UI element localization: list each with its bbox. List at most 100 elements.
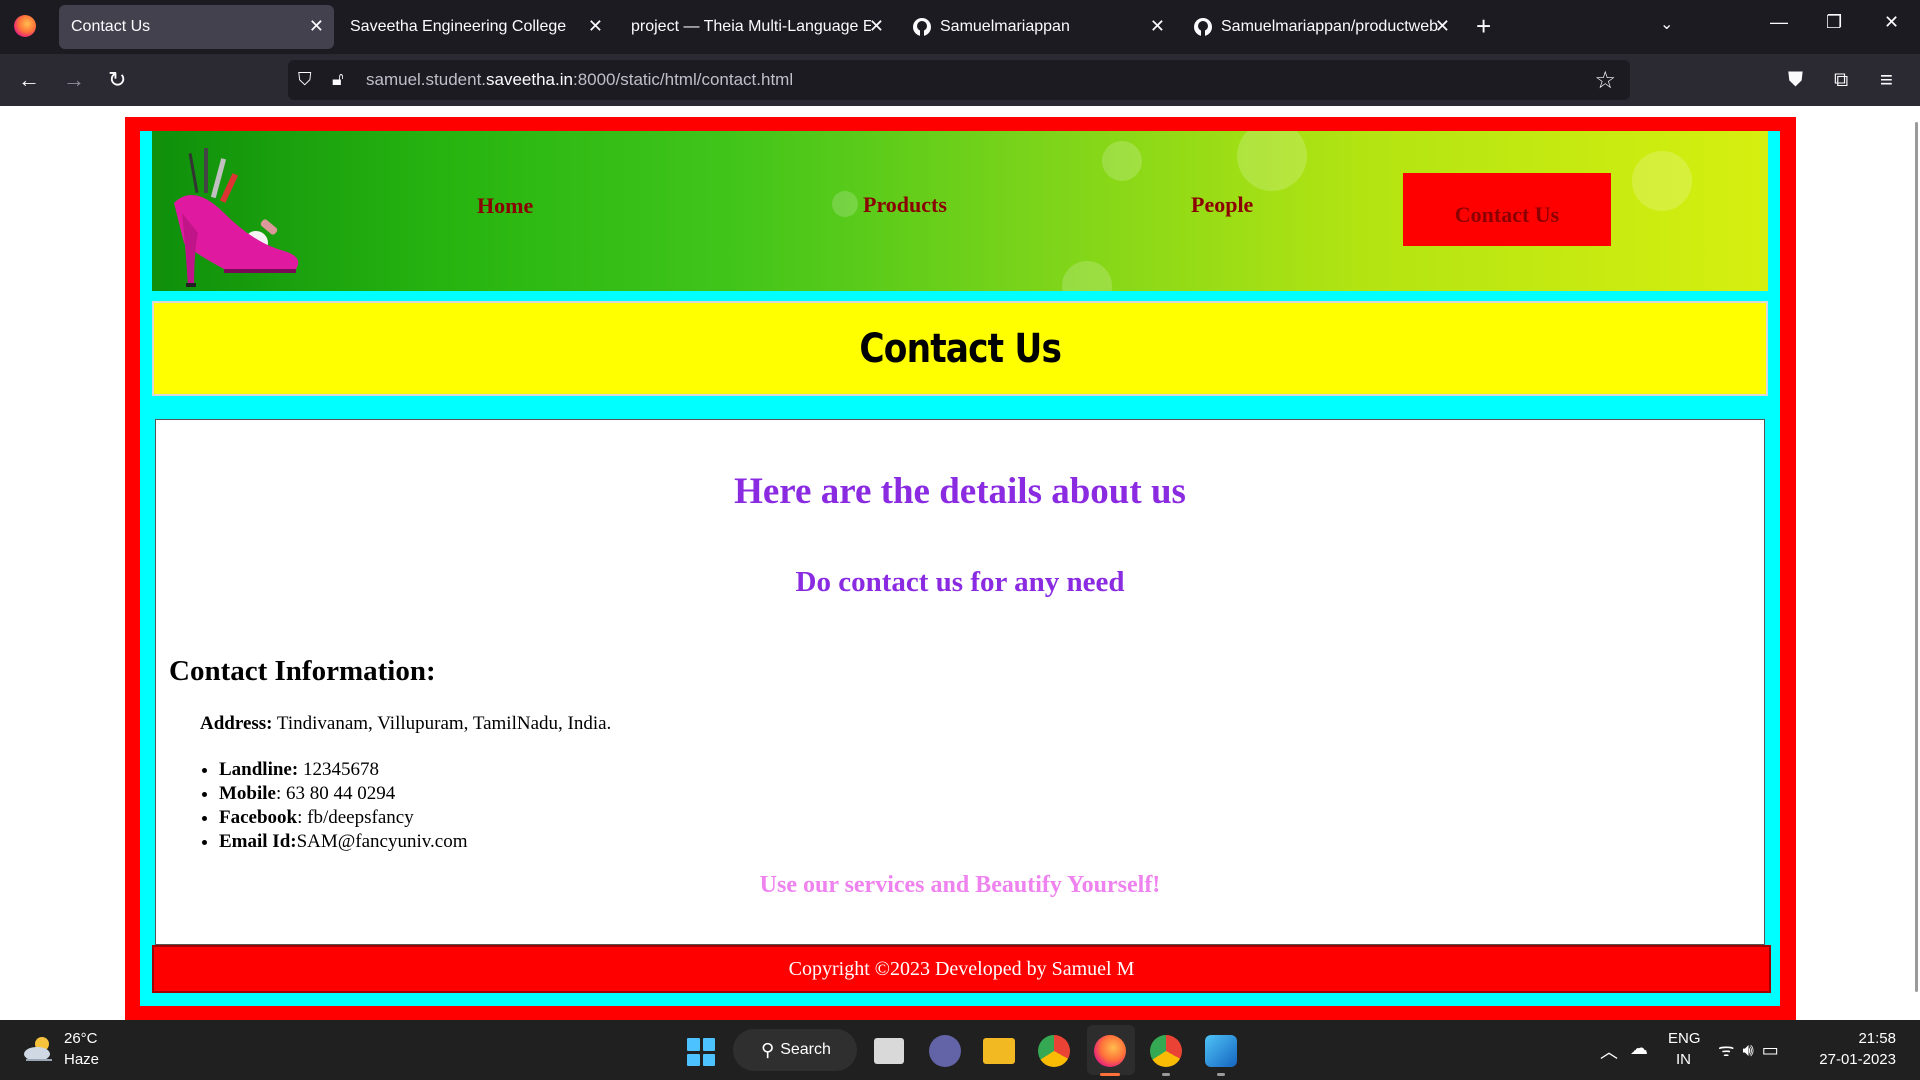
teams-chat-icon[interactable] (929, 1035, 961, 1067)
bokeh-decoration (1102, 141, 1142, 181)
bokeh-decoration (1237, 131, 1307, 191)
pocket-icon[interactable]: ⛊ (1788, 68, 1803, 92)
tab-title: Samuelmariappan/productweb (1221, 18, 1439, 35)
contact-value: 12345678 (298, 759, 379, 780)
tab-theia[interactable]: project — Theia Multi-Language Ex ✕ (619, 5, 894, 49)
clock-date[interactable]: 27-01-2023 (1819, 1051, 1896, 1068)
bookmark-star-icon[interactable]: ☆ (1594, 66, 1616, 95)
active-indicator (1100, 1073, 1120, 1076)
page-scrollbar[interactable] (1915, 122, 1918, 992)
url-host: saveetha.in (486, 70, 573, 89)
shield-icon[interactable]: ⛉ (298, 69, 312, 90)
photos-icon[interactable] (1205, 1035, 1237, 1067)
extensions-icon[interactable]: ⧉ (1834, 68, 1848, 92)
github-icon (912, 17, 932, 37)
list-item: Facebook: fb/deepsfancy (219, 806, 468, 830)
page-title-box: Contact Us (152, 301, 1768, 396)
tagline: Use our services and Beautify Yourself! (759, 872, 1161, 898)
search-icon: ⚲ (761, 1039, 775, 1060)
close-icon[interactable]: ✕ (1150, 16, 1165, 36)
new-tab-button[interactable]: + (1476, 12, 1491, 40)
reload-icon[interactable]: ↻ (108, 68, 126, 92)
menu-icon[interactable]: ≡ (1880, 68, 1893, 92)
contact-label: Mobile (219, 783, 276, 804)
chrome-profile-icon[interactable] (1150, 1035, 1182, 1067)
lock-insecure-icon[interactable]: 🔓︎ (332, 69, 344, 90)
footer: Copyright ©2023 Developed by Samuel M (152, 945, 1771, 993)
chrome-icon[interactable] (1038, 1035, 1070, 1067)
running-indicator (1217, 1073, 1225, 1076)
wifi-icon[interactable]: ᯤ (1718, 1040, 1742, 1060)
tab-saveetha[interactable]: Saveetha Engineering College ✕ (338, 5, 613, 49)
weather-haze-icon[interactable] (22, 1034, 56, 1064)
firefox-icon[interactable] (1094, 1035, 1126, 1067)
url-bar[interactable]: ⛉ 🔓︎ samuel.student.saveetha.in:8000/sta… (288, 60, 1630, 100)
language-region: IN (1676, 1051, 1691, 1068)
tab-title: Saveetha Engineering College (350, 18, 567, 35)
taskbar-search-button[interactable]: ⚲ Search (733, 1029, 857, 1071)
nav-home-link[interactable]: Home (477, 193, 533, 219)
list-item: Mobile: 63 80 44 0294 (219, 782, 468, 806)
back-arrow-icon[interactable]: ← (18, 68, 40, 92)
close-window-icon[interactable]: ✕ (1884, 12, 1899, 33)
close-icon[interactable]: ✕ (1435, 16, 1450, 36)
weather-description: Haze (64, 1051, 100, 1068)
url-host-prefix: samuel.student. (366, 70, 487, 89)
tab-github-repo[interactable]: Samuelmariappan/productweb ✕ (1181, 5, 1456, 49)
list-item: Email Id:SAM@fancyuniv.com (219, 830, 468, 854)
bokeh-decoration (1632, 151, 1692, 211)
running-indicator (1162, 1073, 1170, 1076)
contact-value: : fb/deepsfancy (297, 807, 414, 828)
list-item: Landline: 12345678 (219, 758, 468, 782)
content-box: Here are the details about us Do contact… (155, 419, 1765, 945)
bokeh-decoration (832, 191, 858, 217)
task-view-icon[interactable] (874, 1038, 904, 1064)
system-tray-icons[interactable]: ᯤ🔊︎▭ (1718, 1038, 1787, 1062)
clock-time[interactable]: 21:58 (1858, 1030, 1896, 1047)
tab-title: Samuelmariappan (940, 18, 1070, 35)
address-line: Address: Tindivanam, Villupuram, TamilNa… (200, 713, 611, 735)
details-heading: Here are the details about us (734, 471, 1186, 512)
github-icon (1193, 17, 1213, 37)
firefox-logo-icon[interactable] (14, 15, 36, 37)
nav-products-link[interactable]: Products (863, 192, 947, 218)
volume-icon[interactable]: 🔊︎ (1742, 1040, 1761, 1060)
url-path: :8000/static/html/contact.html (572, 70, 794, 89)
nav-people-link[interactable]: People (1191, 192, 1253, 218)
contact-subheading: Do contact us for any need (795, 566, 1125, 598)
language-indicator[interactable]: ENG (1668, 1030, 1701, 1047)
contact-value: : 63 80 44 0294 (276, 783, 396, 804)
browser-nav-bar: ← → ↻ ⛉ 🔓︎ samuel.student.saveetha.in:80… (0, 54, 1920, 106)
chevron-up-icon[interactable]: ︿ (1600, 1038, 1618, 1064)
close-icon[interactable]: ✕ (309, 16, 324, 36)
tab-contact-us[interactable]: Contact Us ✕ (59, 5, 334, 49)
tab-title: project — Theia Multi-Language Ex (631, 18, 871, 35)
bokeh-decoration (1062, 261, 1112, 291)
nav-contact-link[interactable]: Contact Us (1403, 173, 1611, 246)
contact-label: Facebook (219, 807, 298, 828)
battery-icon[interactable]: ▭ (1762, 1040, 1787, 1060)
minimize-icon[interactable]: — (1770, 12, 1788, 33)
contact-label: Email Id: (219, 831, 297, 852)
contact-list: Landline: 12345678 Mobile: 63 80 44 0294… (219, 758, 468, 854)
address-value: Tindivanam, Villupuram, TamilNadu, India… (272, 713, 612, 734)
contact-info-heading: Contact Information: (169, 655, 436, 687)
chevron-down-icon[interactable]: ⌄ (1660, 14, 1673, 34)
contact-value: SAM@fancyuniv.com (296, 831, 468, 852)
weather-temperature: 26°C (64, 1030, 98, 1047)
forward-arrow-icon[interactable]: → (63, 68, 85, 92)
close-icon[interactable]: ✕ (869, 16, 884, 36)
file-explorer-icon[interactable] (983, 1038, 1015, 1064)
contact-label: Landline: (219, 759, 299, 780)
tab-github-profile[interactable]: Samuelmariappan ✕ (900, 5, 1175, 49)
address-label: Address: (200, 713, 273, 734)
close-icon[interactable]: ✕ (588, 16, 603, 36)
header-banner: Home Products People Contact Us (152, 131, 1768, 291)
search-label: Search (780, 1041, 831, 1058)
onedrive-cloud-icon[interactable]: ☁ (1630, 1038, 1648, 1059)
url-text[interactable]: samuel.student.saveetha.in:8000/static/h… (366, 70, 793, 90)
logo-heel-shoe-icon (174, 148, 299, 287)
taskbar: 26°C Haze ⚲ Search ︿ ☁ ENG IN ᯤ🔊︎▭ 21:58… (0, 1020, 1920, 1080)
windows-start-icon[interactable] (687, 1038, 715, 1066)
restore-icon[interactable]: ❐ (1826, 12, 1842, 33)
